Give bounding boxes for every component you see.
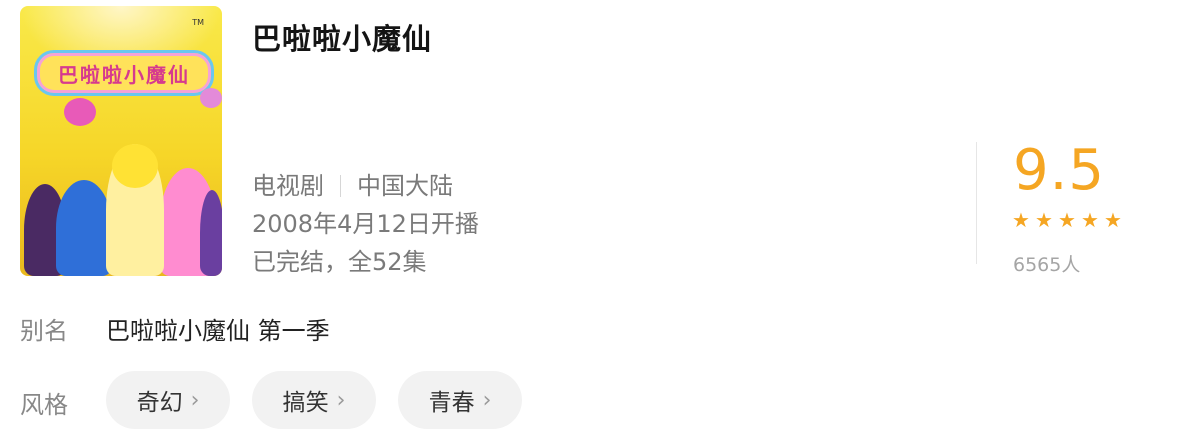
rating-score: 9.5 <box>1013 138 1106 203</box>
star-icon: ★ <box>1081 208 1099 232</box>
show-title: 巴啦啦小魔仙 <box>252 22 433 56</box>
rating-stars: ★ ★ ★ ★ ★ <box>1012 210 1124 230</box>
star-icon: ★ <box>1035 208 1053 232</box>
style-tag-label: 奇幻 <box>136 390 183 416</box>
chevron-right-icon: › <box>482 387 492 413</box>
style-tag-label: 搞笑 <box>282 390 329 416</box>
poster-sprite <box>200 88 222 108</box>
chevron-right-icon: › <box>190 387 200 413</box>
star-icon: ★ <box>1058 208 1076 232</box>
poster-character <box>56 180 112 276</box>
poster-trademark: TM <box>192 18 204 27</box>
rating-divider <box>976 142 977 264</box>
poster-character-main <box>106 144 164 276</box>
style-tag-label: 青春 <box>428 390 475 416</box>
poster-character <box>200 190 222 276</box>
chevron-right-icon: › <box>336 387 346 413</box>
poster-logo: 巴啦啦小魔仙 <box>34 50 214 96</box>
show-premiere: 2008年4月12日开播 <box>252 210 479 238</box>
star-icon: ★ <box>1012 208 1030 232</box>
meta-separator <box>340 175 341 197</box>
show-region: 中国大陆 <box>357 172 453 200</box>
style-tag-youth[interactable]: 青春 › <box>398 371 522 429</box>
style-tag-comedy[interactable]: 搞笑 › <box>252 371 376 429</box>
poster-sprite <box>64 98 96 126</box>
alias-label: 别名 <box>20 317 68 345</box>
show-type-region: 电视剧 中国大陆 <box>252 166 453 201</box>
poster-logo-text: 巴啦啦小魔仙 <box>58 63 190 87</box>
style-tag-fantasy[interactable]: 奇幻 › <box>106 371 230 429</box>
alias-value: 巴啦啦小魔仙 第一季 <box>106 317 330 345</box>
show-status: 已完结，全52集 <box>252 248 427 276</box>
poster-image[interactable]: TM 巴啦啦小魔仙 <box>20 6 222 276</box>
show-type: 电视剧 <box>252 172 324 200</box>
star-icon: ★ <box>1104 208 1122 232</box>
rating-count: 6565人 <box>1013 254 1081 276</box>
style-label: 风格 <box>20 391 68 419</box>
